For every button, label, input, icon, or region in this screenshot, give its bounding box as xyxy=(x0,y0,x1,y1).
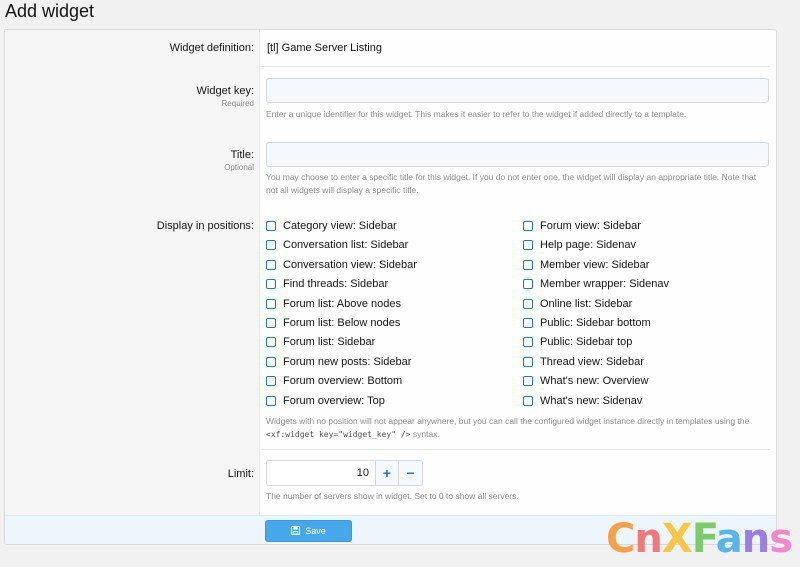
checkbox-icon[interactable] xyxy=(266,318,276,328)
position-checkbox[interactable]: Forum list: Above nodes xyxy=(266,296,401,312)
position-checkbox[interactable]: What's new: Sidenav xyxy=(523,393,642,409)
position-checkbox-label: Conversation list: Sidebar xyxy=(283,239,409,252)
watermark-letter: n xyxy=(634,516,663,562)
position-checkbox[interactable]: Help page: Sidenav xyxy=(523,237,636,253)
plus-icon: + xyxy=(382,465,392,481)
checkbox-icon[interactable] xyxy=(266,240,276,251)
watermark-letter: C xyxy=(606,516,635,562)
position-checkbox-label: Public: Sidebar top xyxy=(540,336,633,349)
checkbox-icon[interactable] xyxy=(266,395,276,406)
position-checkbox[interactable]: Forum list: Sidebar xyxy=(266,334,375,350)
position-checkbox-label: Forum overview: Bottom xyxy=(283,375,403,388)
position-checkbox[interactable]: Forum overview: Bottom xyxy=(266,373,402,389)
limit-increment-button[interactable]: + xyxy=(375,460,399,486)
position-checkbox[interactable]: Online list: Sidebar xyxy=(523,296,632,312)
watermark-letter: a xyxy=(715,516,743,562)
position-checkbox[interactable]: Member wrapper: Sidenav xyxy=(523,276,669,292)
limit-decrement-button[interactable]: − xyxy=(399,460,423,486)
title-label: Title: Optional xyxy=(224,149,254,172)
divider xyxy=(261,449,770,450)
checkbox-icon[interactable] xyxy=(266,376,276,387)
position-checkbox-label: Forum overview: Top xyxy=(283,394,385,407)
position-checkbox[interactable]: Forum list: Below nodes xyxy=(266,315,400,331)
widget-tag-code: <xf:widget key="widget_key" /> xyxy=(266,430,411,439)
position-checkbox[interactable]: Public: Sidebar top xyxy=(523,334,632,350)
position-checkbox-label: Public: Sidebar bottom xyxy=(540,317,651,329)
widget-key-label: Widget key: Required xyxy=(196,85,254,108)
checkbox-icon[interactable] xyxy=(266,337,276,348)
checkbox-icon[interactable] xyxy=(266,279,276,290)
watermark-letter: F xyxy=(691,516,717,562)
checkbox-icon[interactable] xyxy=(523,356,533,367)
definition-label: Widget definition: xyxy=(169,42,254,54)
checkbox-icon[interactable] xyxy=(523,298,533,309)
save-icon xyxy=(291,525,301,537)
checkbox-icon[interactable] xyxy=(266,259,276,270)
checkbox-icon[interactable] xyxy=(523,318,533,328)
page-title: Add widget xyxy=(5,1,95,21)
divider xyxy=(261,66,770,67)
position-checkbox-label: Forum view: Sidebar xyxy=(540,220,641,232)
position-checkbox-label: Member wrapper: Sidenav xyxy=(540,278,670,291)
checkbox-icon[interactable] xyxy=(523,259,533,270)
limit-label: Limit: xyxy=(227,468,254,480)
watermark-logo: CnXFans xyxy=(606,516,793,562)
position-checkbox[interactable]: Forum new posts: Sidebar xyxy=(266,354,411,370)
position-checkbox-label: Conversation view: Sidebar xyxy=(283,258,417,271)
checkbox-icon[interactable] xyxy=(266,356,276,367)
position-checkbox[interactable]: Forum view: Sidebar xyxy=(523,218,641,234)
minus-icon: − xyxy=(406,465,415,481)
watermark-letter: s xyxy=(769,516,793,562)
position-checkbox[interactable]: Category view: Sidebar xyxy=(266,218,397,234)
position-checkbox[interactable]: Public: Sidebar bottom xyxy=(523,315,651,331)
limit-number-box: 10 + − xyxy=(266,460,423,486)
position-checkbox[interactable]: What's new: Overview xyxy=(523,373,648,389)
checkbox-icon[interactable] xyxy=(266,298,276,309)
positions-explain: Widgets with no position will not appear… xyxy=(266,416,750,439)
position-checkbox-label: Online list: Sidebar xyxy=(540,297,633,310)
widget-key-hint: Required xyxy=(221,99,254,108)
checkbox-icon[interactable] xyxy=(523,376,533,387)
position-checkbox[interactable]: Find threads: Sidebar xyxy=(266,276,388,292)
title-hint: Optional xyxy=(224,163,254,172)
position-checkbox-label: What's new: Overview xyxy=(540,375,649,388)
widget-key-explain: Enter a unique identifier for this widge… xyxy=(266,109,687,119)
watermark-letter: X xyxy=(661,516,693,562)
checkbox-icon[interactable] xyxy=(523,337,533,348)
position-checkbox[interactable]: Member view: Sidebar xyxy=(523,257,649,273)
title-input[interactable] xyxy=(266,142,769,167)
position-checkbox-label: Category view: Sidebar xyxy=(283,220,397,232)
positions-label: Display in positions: xyxy=(156,220,254,232)
position-checkbox-label: Forum list: Above nodes xyxy=(283,297,402,310)
checkbox-icon[interactable] xyxy=(523,221,533,231)
title-explain: You may choose to enter a specific title… xyxy=(266,172,757,195)
position-checkbox-label: Forum new posts: Sidebar xyxy=(283,355,412,368)
position-checkbox[interactable]: Thread view: Sidebar xyxy=(523,354,644,370)
checkbox-icon[interactable] xyxy=(523,395,533,406)
widget-form: Widget definition: [tl] Game Server List… xyxy=(4,29,777,545)
position-checkbox[interactable]: Forum overview: Top xyxy=(266,393,385,409)
save-button[interactable]: Save xyxy=(265,520,352,542)
limit-input[interactable]: 10 xyxy=(266,460,375,486)
checkbox-icon[interactable] xyxy=(523,240,533,251)
checkbox-icon[interactable] xyxy=(523,279,533,290)
widget-key-input[interactable] xyxy=(266,78,769,103)
limit-explain: The number of servers show in widget. Se… xyxy=(266,491,519,501)
watermark-letter: n xyxy=(741,516,771,562)
position-checkbox[interactable]: Conversation list: Sidebar xyxy=(266,237,408,253)
position-checkbox-label: Thread view: Sidebar xyxy=(540,355,644,368)
definition-value: [tl] Game Server Listing xyxy=(267,42,382,54)
position-checkbox-label: Member view: Sidebar xyxy=(540,258,650,271)
save-label: Save xyxy=(305,526,326,536)
position-checkbox-label: Forum list: Sidebar xyxy=(283,336,376,349)
position-checkbox-label: Forum list: Below nodes xyxy=(283,317,401,329)
position-checkbox-label: Help page: Sidenav xyxy=(540,239,637,252)
position-checkbox[interactable]: Conversation view: Sidebar xyxy=(266,257,417,273)
position-checkbox-label: What's new: Sidenav xyxy=(540,394,643,407)
checkbox-icon[interactable] xyxy=(266,221,276,231)
position-checkbox-label: Find threads: Sidebar xyxy=(283,278,389,291)
